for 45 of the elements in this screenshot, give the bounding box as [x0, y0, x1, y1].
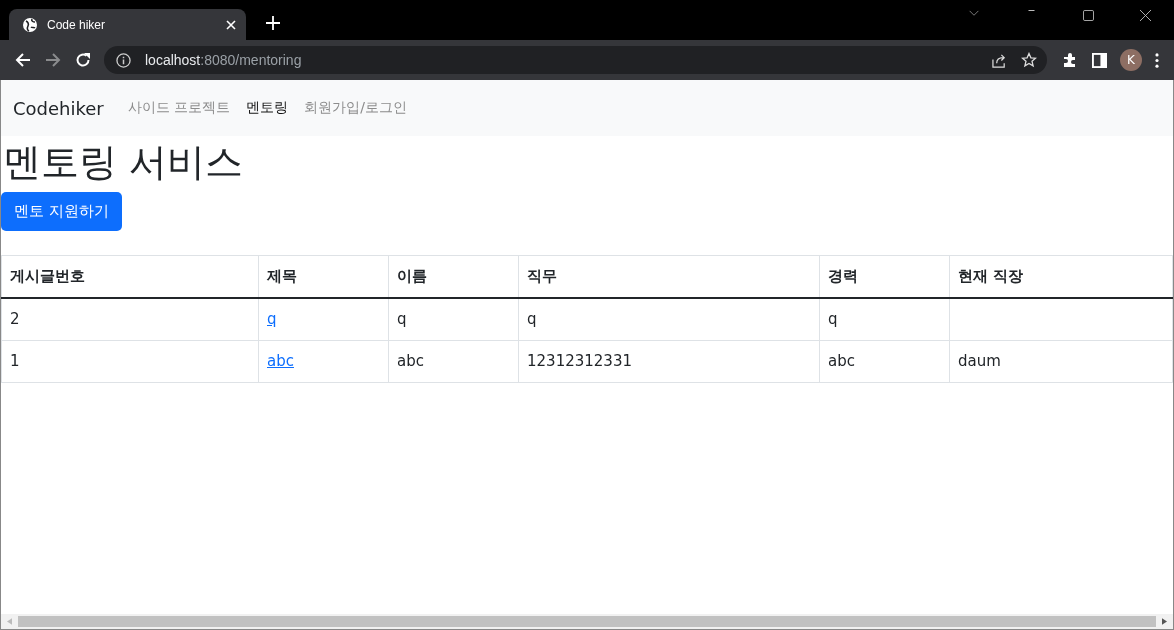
side-panel-icon[interactable]	[1092, 52, 1107, 68]
forward-arrow-icon[interactable]	[45, 52, 61, 68]
apply-button[interactable]: 멘토 지원하기	[1, 191, 122, 231]
back-arrow-icon[interactable]	[15, 52, 31, 68]
tab-title: Code hiker	[47, 17, 107, 32]
title-link[interactable]: abc	[267, 352, 294, 371]
star-icon[interactable]	[1021, 52, 1037, 68]
share-icon[interactable]	[992, 52, 1007, 68]
table-cell: 12312312331	[527, 352, 632, 371]
nav-link[interactable]: 멘토링	[238, 99, 297, 117]
globe-icon	[22, 16, 38, 33]
column-header: 현재 직장	[949, 255, 1173, 298]
scroll-right-icon[interactable]	[1162, 618, 1167, 625]
table-cell: 1	[10, 352, 20, 371]
url-host: localhost	[145, 52, 201, 68]
table-cell: abc	[828, 352, 855, 371]
nav-link[interactable]: 사이드 프로젝트	[119, 99, 239, 117]
new-tab-icon[interactable]	[266, 16, 280, 30]
table-cell: daum	[958, 352, 1001, 371]
url-path: :8080/mentoring	[200, 52, 302, 68]
table-cell: 2	[10, 310, 20, 329]
column-header: 직무	[518, 255, 820, 298]
title-link[interactable]: q	[267, 310, 277, 329]
address-bar[interactable]: localhost:8080/mentoring	[104, 46, 1047, 74]
reload-icon[interactable]	[75, 52, 91, 68]
puzzle-icon[interactable]	[1062, 52, 1078, 68]
column-header: 이름	[388, 255, 519, 298]
more-menu-icon[interactable]	[1155, 52, 1159, 68]
browser-tab[interactable]: Code hiker	[9, 9, 246, 40]
table-cell: q	[397, 310, 407, 329]
page-heading: 멘토링 서비스	[3, 140, 245, 186]
minimize-icon[interactable]	[1026, 10, 1037, 11]
column-header: 경력	[819, 255, 950, 298]
table-cell: q	[527, 310, 537, 329]
column-header: 게시글번호	[1, 255, 259, 298]
profile-avatar[interactable]: K	[1120, 49, 1142, 71]
chevron-down-icon[interactable]	[968, 10, 980, 17]
table-cell: q	[828, 310, 838, 329]
nav-link[interactable]: 회원가입/로그인	[296, 99, 415, 117]
info-icon[interactable]	[116, 52, 131, 68]
column-header: 제목	[258, 255, 389, 298]
maximize-icon[interactable]	[1083, 10, 1094, 21]
close-icon[interactable]	[1140, 10, 1151, 21]
table-cell: abc	[397, 352, 424, 371]
brand-link[interactable]: Codehiker	[13, 97, 104, 119]
